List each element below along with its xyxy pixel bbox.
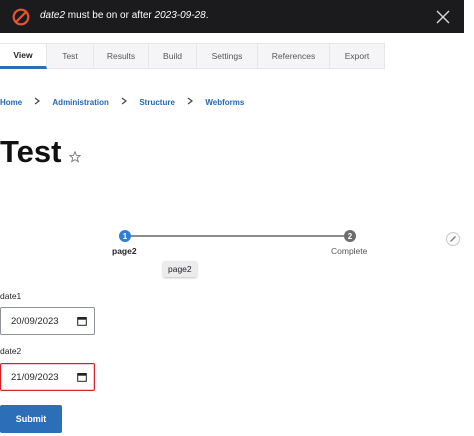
tab-view[interactable]: View <box>0 43 47 69</box>
progress-step-label: Complete <box>331 246 368 256</box>
progress-step: 2 <box>344 230 356 242</box>
chevron-right-icon <box>187 97 194 105</box>
breadcrumb-structure[interactable]: Structure <box>139 98 175 107</box>
tab-build[interactable]: Build <box>149 43 197 69</box>
chevron-right-icon <box>121 97 128 105</box>
step-number: 2 <box>347 231 353 241</box>
close-icon[interactable] <box>433 7 453 27</box>
tab-label: Test <box>62 51 78 61</box>
page-title: Test <box>0 134 62 169</box>
primary-tabs: View Test Results Build Settings Referen… <box>0 43 385 70</box>
error-text-mid: must be on or after <box>65 10 155 21</box>
error-message-banner: date2 must be on or after 2023-09-28. <box>0 0 464 33</box>
tab-references[interactable]: References <box>258 43 330 69</box>
calendar-icon[interactable] <box>77 316 87 326</box>
error-text-end: . <box>205 10 209 21</box>
tab-label: Settings <box>211 51 243 61</box>
breadcrumb-webforms[interactable]: Webforms <box>205 98 244 107</box>
pencil-icon <box>450 236 456 242</box>
tab-label: Build <box>163 51 182 61</box>
tab-results[interactable]: Results <box>94 43 149 69</box>
calendar-icon[interactable] <box>77 372 87 382</box>
error-date: 2023-09-28 <box>154 10 206 21</box>
tab-label: Export <box>344 51 370 61</box>
date2-field[interactable]: 21/09/2023 <box>0 363 95 391</box>
star-icon[interactable] <box>69 151 81 163</box>
date1-label: date1 <box>0 291 22 301</box>
date1-field[interactable]: 20/09/2023 <box>0 307 95 335</box>
date2-label: date2 <box>0 346 22 356</box>
submit-button[interactable]: Submit <box>0 405 62 433</box>
progress-step-current: 1 <box>119 230 131 242</box>
breadcrumb-administration[interactable]: Administration <box>52 98 108 107</box>
date1-value: 20/09/2023 <box>11 316 59 327</box>
breadcrumb-home[interactable]: Home <box>0 98 22 107</box>
tooltip: page2 <box>163 261 197 277</box>
progress-line <box>125 235 350 237</box>
date2-value: 21/09/2023 <box>11 372 59 383</box>
error-icon <box>12 8 30 26</box>
progress-step-label: page2 <box>112 246 137 256</box>
error-message-text: date2 must be on or after 2023-09-28. <box>40 10 208 21</box>
tab-export[interactable]: Export <box>330 43 385 69</box>
step-number: 1 <box>122 231 128 241</box>
breadcrumb: Home Administration Structure Webforms <box>0 97 244 107</box>
tab-test[interactable]: Test <box>47 43 94 69</box>
error-field-name: date2 <box>40 10 66 21</box>
tab-label: View <box>13 50 33 60</box>
tab-settings[interactable]: Settings <box>197 43 258 69</box>
edit-button[interactable] <box>446 232 460 246</box>
tab-label: References <box>271 51 316 61</box>
chevron-right-icon <box>35 97 41 105</box>
tab-label: Results <box>106 51 136 61</box>
